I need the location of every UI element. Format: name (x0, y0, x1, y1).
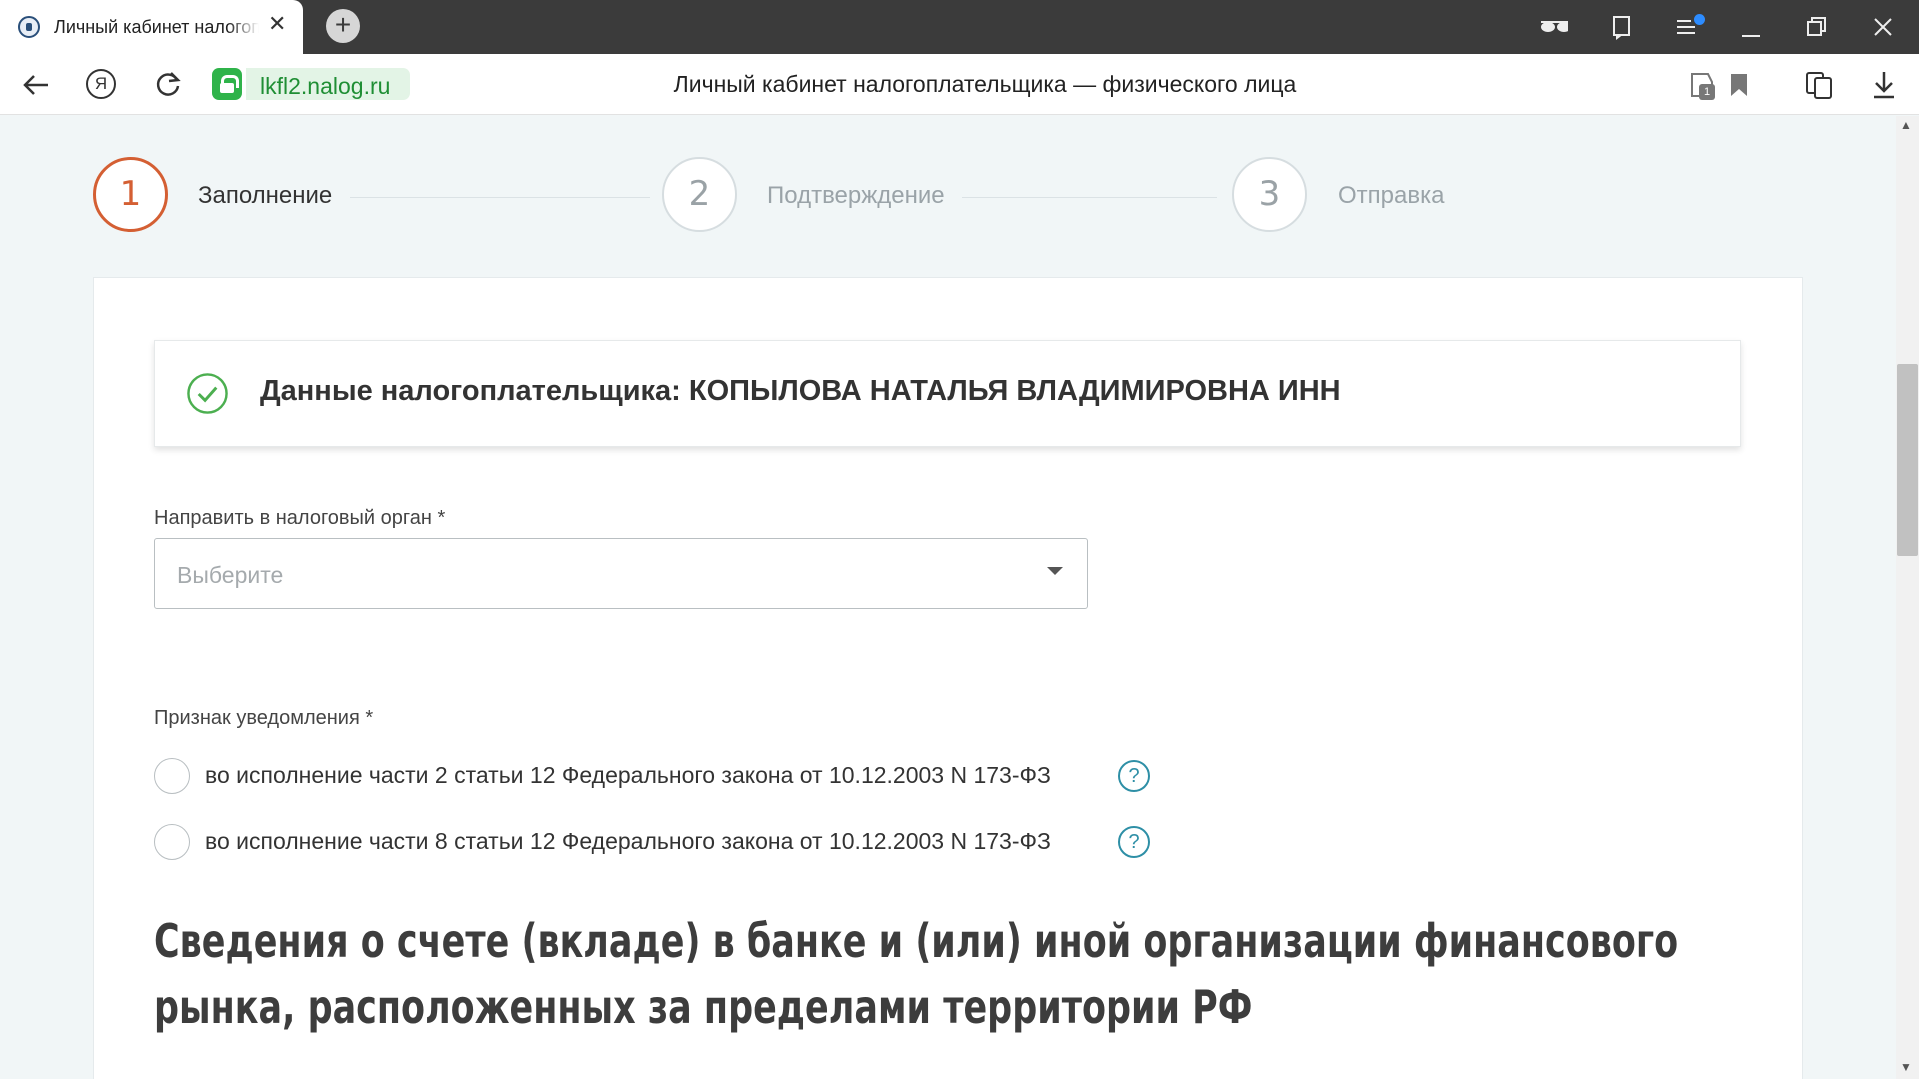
nalog-favicon-icon (18, 16, 40, 38)
tax-authority-label: Направить в налоговый орган * (154, 507, 446, 529)
url-text[interactable]: lkfl2.nalog.ru (260, 73, 390, 100)
tax-authority-select[interactable] (154, 538, 1088, 609)
tab-close-icon[interactable]: ✕ (268, 13, 286, 35)
step-connector (962, 197, 1217, 198)
notification-dot (1694, 14, 1705, 25)
lock-icon[interactable] (212, 68, 242, 100)
step-connector (350, 197, 650, 198)
back-arrow-icon[interactable] (20, 71, 52, 99)
step-3-circle: 3 (1232, 157, 1307, 232)
notification-option-2-label[interactable]: во исполнение части 8 статьи 12 Федераль… (205, 828, 1051, 855)
tab-title: Личный кабинет налогоплательщика (54, 17, 259, 37)
notification-option-1-radio[interactable] (154, 758, 190, 794)
page-scrollbar[interactable] (1896, 116, 1919, 1079)
notification-label: Признак уведомления * (154, 707, 374, 729)
chevron-down-icon[interactable] (1047, 567, 1063, 575)
restore-icon[interactable] (1804, 14, 1834, 44)
step-3-label: Отправка (1338, 182, 1445, 209)
translate-icon[interactable] (1804, 70, 1834, 100)
section-title: Сведения о счете (вкладе) в банке и (или… (154, 914, 1679, 1034)
scroll-up-arrow-icon[interactable]: ▲ (1900, 118, 1912, 132)
bookmark-icon[interactable] (1728, 72, 1750, 98)
page-title: Личный кабинет налогоплательщика — физич… (673, 71, 1297, 97)
reader-mode-icon[interactable] (1538, 14, 1568, 44)
protect-count-badge: 1 (1699, 84, 1715, 100)
tax-authority-placeholder[interactable]: Выберите (177, 562, 283, 589)
collections-icon[interactable] (1608, 14, 1638, 44)
reload-icon[interactable] (152, 68, 184, 100)
close-icon[interactable] (1870, 14, 1900, 44)
check-circle-icon (187, 373, 228, 414)
scroll-down-arrow-icon[interactable]: ▼ (1900, 1060, 1912, 1074)
browser-title-bar: Личный кабинет налогоплательщика ✕ + (0, 0, 1919, 54)
yandex-icon[interactable]: Я (86, 69, 116, 99)
taxpayer-info-text: Данные налогоплательщика: КОПЫЛОВА НАТАЛ… (260, 375, 1341, 407)
browser-tab[interactable]: Личный кабинет налогоплательщика ✕ (0, 0, 303, 54)
step-2-label: Подтверждение (767, 182, 945, 209)
help-icon[interactable]: ? (1118, 760, 1150, 792)
step-1-label: Заполнение (198, 182, 333, 209)
new-tab-button[interactable]: + (326, 9, 360, 43)
minimize-icon[interactable] (1738, 14, 1768, 44)
help-icon[interactable]: ? (1118, 826, 1150, 858)
notification-option-1-label[interactable]: во исполнение части 2 статьи 12 Федераль… (205, 762, 1051, 789)
step-1-circle: 1 (93, 157, 168, 232)
step-2-circle: 2 (662, 157, 737, 232)
download-icon[interactable] (1871, 70, 1897, 100)
scrollbar-thumb[interactable] (1897, 364, 1918, 556)
notification-option-2-radio[interactable] (154, 824, 190, 860)
